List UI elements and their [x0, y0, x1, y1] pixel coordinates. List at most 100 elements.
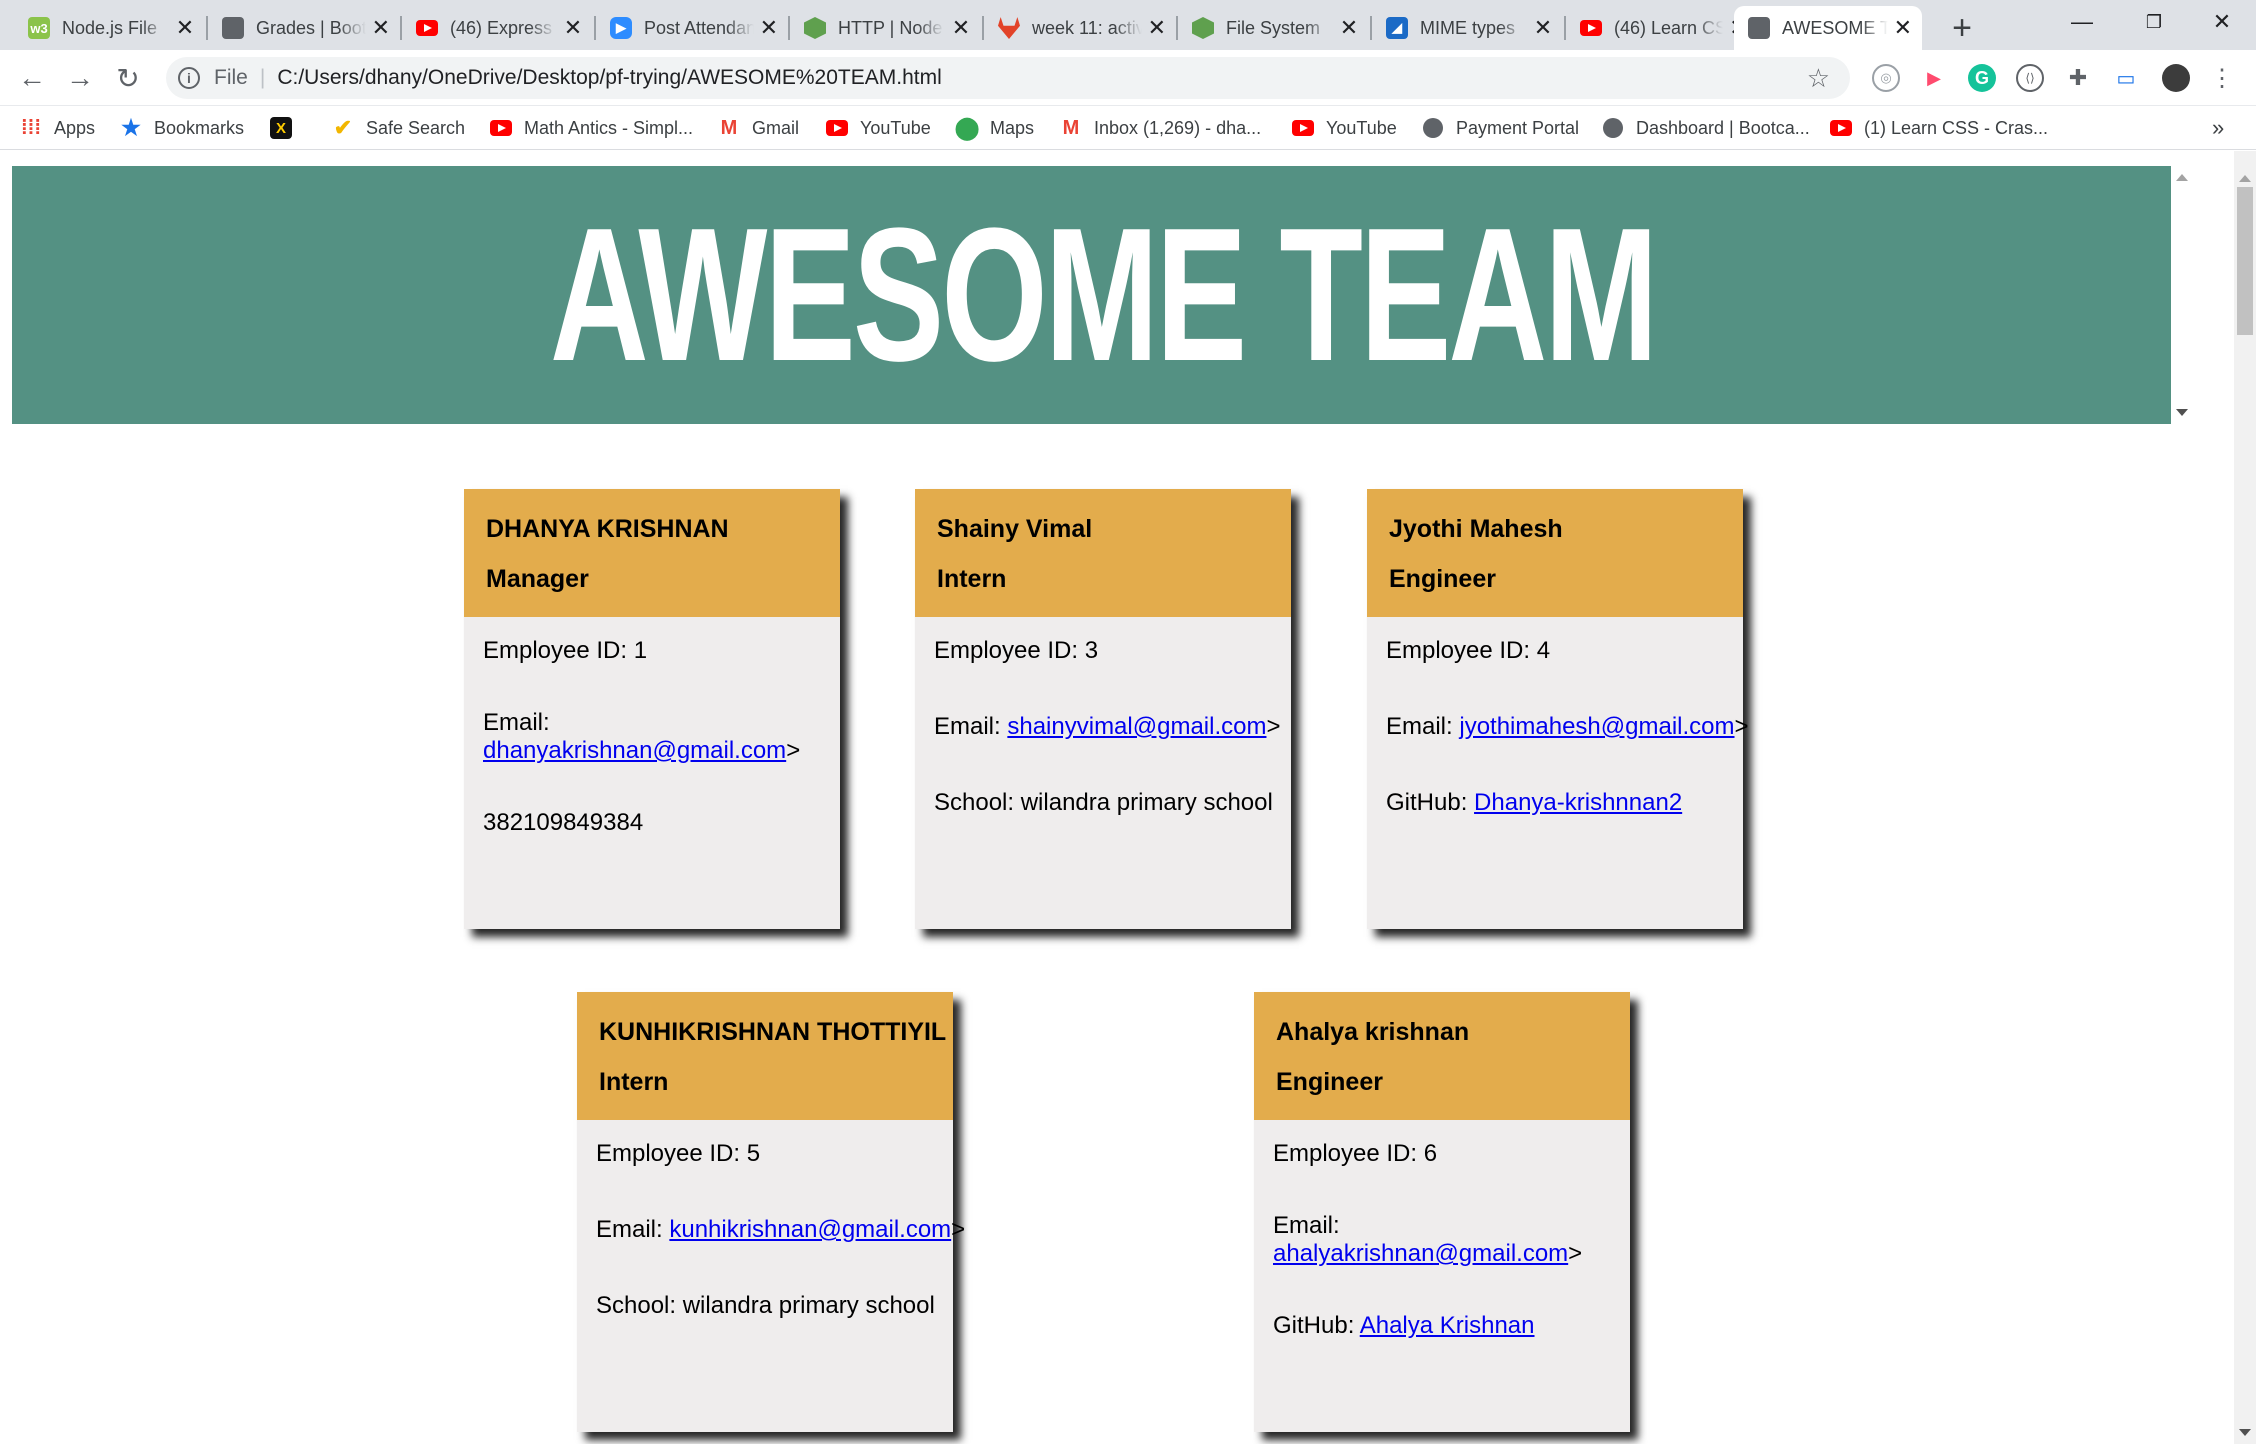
employee-role: Intern [599, 1068, 669, 1096]
email-label: Email: [596, 1216, 663, 1243]
page-title: AWESOME TEAM [549, 189, 1658, 401]
nodejs-icon [804, 17, 826, 39]
back-button[interactable]: ← [12, 58, 52, 98]
info-icon[interactable]: i [178, 67, 200, 89]
close-icon[interactable]: ✕ [1338, 15, 1360, 41]
bookmark-payment-portal[interactable]: Payment Portal [1422, 116, 1579, 140]
extension-icon[interactable]: ◎ [1872, 64, 1900, 92]
tab-8[interactable]: (46) Learn CSS ✕ [1566, 6, 1758, 50]
x-logo-icon: X [270, 117, 292, 139]
page-viewport: AWESOME TEAM DHANYA KRISHNAN Manager Emp… [0, 151, 2234, 1444]
tab-6[interactable]: File System ✕ [1178, 6, 1370, 50]
github-label: GitHub: [1273, 1312, 1355, 1339]
tab-1[interactable]: Grades | Bootcamp ✕ [208, 6, 400, 50]
bookmark-gmail[interactable]: M Gmail [718, 116, 799, 140]
close-icon[interactable]: ✕ [1532, 15, 1554, 41]
bookmark-safe-search[interactable]: ✔ Safe Search [332, 115, 465, 140]
bookmark-math-antics[interactable]: Math Antics - Simpl... [490, 116, 693, 140]
email-link[interactable]: kunhikrishnan@gmail.com [669, 1216, 951, 1243]
avatar[interactable] [2162, 64, 2190, 92]
email-link[interactable]: shainyvimal@gmail.com [1007, 713, 1266, 740]
new-tab-button[interactable]: + [1942, 8, 1982, 48]
puzzle-icon[interactable]: ✚ [2064, 64, 2092, 92]
reload-button[interactable]: ↻ [108, 58, 148, 98]
globe-icon [1748, 17, 1770, 39]
card-body: Employee ID: 1 Email: dhanyakrishnan@gma… [464, 617, 840, 837]
bookmark-dashboard[interactable]: Dashboard | Bootca... [1602, 116, 1810, 140]
menu-kebab-icon[interactable]: ⋮ [2208, 64, 2236, 92]
screencastify-icon[interactable]: ▶ [1920, 64, 1948, 92]
minimize-button[interactable]: — [2046, 0, 2118, 44]
mdn-icon: ◢ [1386, 17, 1408, 39]
github-link[interactable]: Ahalya Krishnan [1360, 1312, 1535, 1339]
bookmark-youtube-2[interactable]: YouTube [1292, 116, 1397, 140]
email-link[interactable]: jyothimahesh@gmail.com [1459, 713, 1734, 740]
gmail-icon: M [1062, 116, 1080, 139]
tab-title: AWESOME TEAM [1782, 17, 1888, 38]
tab-active[interactable]: AWESOME TEAM ✕ [1734, 6, 1922, 50]
employee-name: Jyothi Mahesh [1389, 515, 1563, 543]
bookmark-youtube[interactable]: YouTube [826, 116, 931, 140]
employee-id: Employee ID: 1 [483, 637, 648, 664]
close-icon[interactable]: ✕ [950, 15, 972, 41]
email-label: Email: [934, 713, 1001, 740]
browser-window: w3 Node.js File ✕ Grades | Bootcamp ✕ (4… [0, 0, 2256, 1444]
bookmarks-overflow-chevron[interactable]: » [2212, 115, 2224, 140]
bookmark-x[interactable]: X [270, 116, 304, 140]
email-link[interactable]: dhanyakrishnan@gmail.com [483, 737, 786, 764]
scroll-up-arrow-icon[interactable] [2176, 174, 2188, 181]
card-header: Jyothi Mahesh Engineer [1367, 489, 1743, 617]
cast-icon[interactable]: ▭ [2112, 64, 2140, 92]
tab-strip: w3 Node.js File ✕ Grades | Bootcamp ✕ (4… [0, 0, 2256, 50]
close-icon[interactable]: ✕ [174, 15, 196, 41]
bookmark-apps[interactable]: ⁞⁞⁞ Apps [20, 116, 95, 140]
scrollbar-thumb[interactable] [2237, 187, 2253, 335]
extension-icon[interactable]: ⟨⟩ [2016, 64, 2044, 92]
address-bar[interactable]: i File | C:/Users/dhany/OneDrive/Desktop… [166, 57, 1850, 99]
w3schools-icon: w3 [28, 17, 50, 39]
bookmark-label: Math Antics - Simpl... [524, 117, 694, 138]
email-link[interactable]: ahalyakrishnan@gmail.com [1273, 1240, 1568, 1267]
tab-3[interactable]: ▶ Post Attendance ✕ [596, 6, 788, 50]
employee-card: Shainy Vimal Intern Employee ID: 3 Email… [915, 489, 1291, 929]
bookmark-star-icon[interactable]: ☆ [1807, 63, 1830, 94]
apps-grid-icon: ⁞⁞⁞ [21, 116, 41, 139]
close-icon[interactable]: ✕ [760, 15, 778, 41]
email-suffix: > [786, 737, 801, 764]
scroll-down-arrow-icon[interactable] [2176, 409, 2188, 416]
youtube-icon [416, 17, 438, 39]
youtube-icon [1830, 117, 1852, 139]
school: School: wilandra primary school [596, 1292, 935, 1319]
close-icon[interactable]: ✕ [1894, 15, 1912, 41]
bookmark-bookmarks[interactable]: ★ Bookmarks [120, 115, 245, 140]
bookmark-label: Apps [54, 117, 96, 138]
close-icon[interactable]: ✕ [1148, 15, 1166, 41]
bookmark-learn-css[interactable]: (1) Learn CSS - Cras... [1830, 116, 2048, 140]
header-scrollbar[interactable] [2171, 166, 2193, 424]
scroll-up-arrow-icon[interactable] [2239, 175, 2251, 182]
bookmark-label: Gmail [752, 117, 800, 138]
employee-id: Employee ID: 6 [1273, 1140, 1438, 1167]
scroll-down-arrow-icon[interactable] [2239, 1429, 2251, 1436]
github-link[interactable]: Dhanya-krishnnan2 [1474, 789, 1682, 816]
restore-button[interactable]: ❐ [2118, 0, 2190, 44]
tab-5[interactable]: week 11: activities ✕ [984, 6, 1176, 50]
forward-button[interactable]: → [60, 58, 100, 98]
bookmark-maps[interactable]: ⬤ Maps [955, 115, 1034, 140]
tab-4[interactable]: HTTP | Node ✕ [790, 6, 982, 50]
url-scheme: File [214, 66, 248, 89]
close-icon[interactable]: ✕ [372, 15, 390, 41]
bookmark-label: Dashboard | Bootca... [1636, 117, 1810, 138]
page-scrollbar[interactable] [2234, 151, 2256, 1444]
url-text[interactable]: C:/Users/dhany/OneDrive/Desktop/pf-tryin… [277, 66, 941, 90]
bookmark-inbox[interactable]: M Inbox (1,269) - dha... [1060, 116, 1261, 140]
grammarly-icon[interactable]: G [1968, 64, 1996, 92]
tab-0[interactable]: w3 Node.js File ✕ [14, 6, 206, 50]
email-suffix: > [1734, 713, 1749, 740]
tab-2[interactable]: (46) Express ✕ [402, 6, 594, 50]
close-icon[interactable]: ✕ [562, 15, 584, 41]
employee-id: Employee ID: 5 [596, 1140, 761, 1167]
bookmark-label: Bookmarks [154, 117, 245, 138]
window-close-button[interactable]: ✕ [2186, 0, 2256, 44]
tab-7[interactable]: ◢ MIME types ✕ [1372, 6, 1564, 50]
